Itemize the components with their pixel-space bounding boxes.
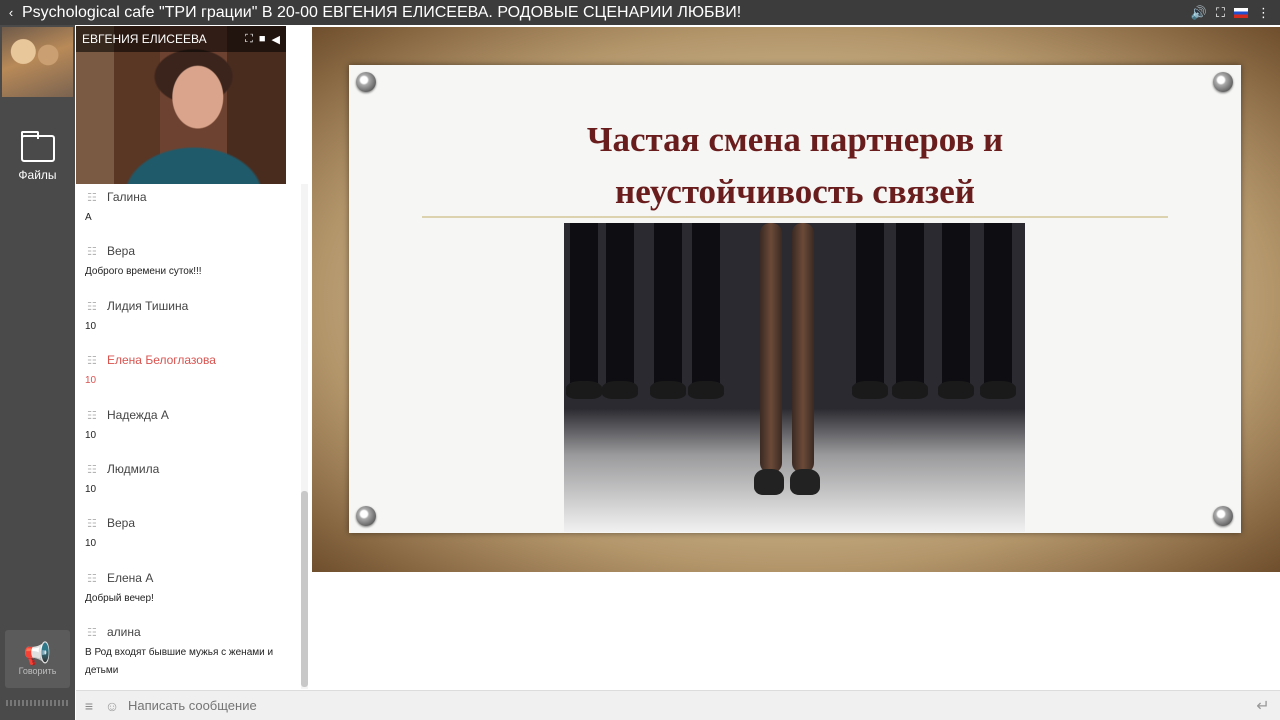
app-window: ‹ Psychological cafe "ТРИ грации" В 20-0… [0,0,1280,720]
chat-text: 10 [85,538,97,549]
shoe [938,381,974,399]
title-bar: ‹ Psychological cafe "ТРИ грации" В 20-0… [0,0,1280,25]
shoe [980,381,1016,399]
chat-bubble-icon: ☷ [87,355,97,367]
chat-text: 10 [85,321,97,332]
slide-title-line2: неустойчивость связей [615,172,975,211]
window-title: Psychological cafe "ТРИ грации" В 20-00 … [22,3,742,21]
presenter-video[interactable]: ЕВГЕНИЯ ЕЛИСЕЕВА ⛶ ■ ◀ [76,26,286,184]
chat-bubble-icon: ☷ [87,192,97,204]
chat-text: В Род входят бывшие мужья с женами и дет… [85,647,274,676]
chat-text: 10 [85,484,97,495]
folder-icon [20,131,55,162]
trouser-leg [654,223,682,383]
chat-bubble-icon: ☷ [87,518,97,530]
chat-bubble-icon: ☷ [87,246,97,258]
chat-bubble-icon: ☷ [87,573,97,585]
message-input-bar: ≡ ☺ ↵ [76,690,1280,720]
chat-author[interactable]: Надежда А [107,408,169,422]
trouser-leg [896,223,924,383]
slide-title: Частая смена партнеров и неустойчивость … [512,114,1078,218]
megaphone-icon: 📢 [23,641,52,666]
trouser-leg [984,223,1012,383]
chat-author[interactable]: Вера [107,516,135,530]
speak-label: Говорить [18,666,57,676]
speaker-icon[interactable]: ◀ [272,33,280,46]
trouser-leg [942,223,970,383]
resize-grip[interactable] [6,700,70,706]
expand-icon[interactable]: ⛶ [245,33,253,46]
trouser-leg [570,223,598,383]
scrollbar-thumb[interactable] [301,491,308,687]
menu-dots-icon[interactable]: ⋮ [1257,5,1270,21]
chat-text: 10 [85,430,97,441]
video-controls: ⛶ ■ ◀ [245,33,286,46]
trouser-leg [692,223,720,383]
woman-leg [792,223,814,473]
files-button[interactable]: Файлы [0,131,75,182]
volume-icon[interactable]: 🔊 [1191,5,1207,21]
chat-bubble-icon: ☷ [87,410,97,422]
slide-title-line1: Частая смена партнеров и [586,120,1004,159]
shoe [892,381,928,399]
video-name-bar: ЕВГЕНИЯ ЕЛИСЕЕВА ⛶ ■ ◀ [76,26,286,52]
chat-bubble-icon: ☷ [87,301,97,313]
fullscreen-icon[interactable]: ⛶ [1216,5,1225,21]
chat-text: А [85,212,92,223]
message-input[interactable] [122,698,1246,713]
menu-icon[interactable]: ≡ [76,698,102,714]
pin-icon [356,506,376,526]
title-bar-controls: 🔊 ⛶ ⋮ [1191,5,1280,21]
chat-panel: ☷ Галина А ☷ Вера Доброго времени суток!… [76,184,300,689]
chat-text: Доброго времени суток!!! [85,266,202,277]
shoe [566,381,602,399]
slide-divider [422,216,1168,218]
presenter-name: ЕВГЕНИЯ ЕЛИСЕЕВА [82,32,207,46]
files-label: Файлы [18,168,57,182]
shoe [688,381,724,399]
shoe [650,381,686,399]
send-icon[interactable]: ↵ [1246,696,1280,716]
slide-photo [564,223,1025,532]
chat-text: Добрый вечер! [85,593,154,604]
heel-shoe [790,469,820,495]
chat-scrollbar[interactable] [301,184,308,689]
trouser-leg [606,223,634,383]
chat-text: 10 [85,375,97,386]
heel-shoe [754,469,784,495]
pin-icon [356,72,376,92]
camera-icon[interactable]: ■ [259,33,266,46]
left-rail: Файлы 📢 Говорить [0,25,75,720]
chat-author[interactable]: Лидия Тишина [107,299,188,313]
woman-leg [760,223,782,473]
event-avatar[interactable] [2,27,73,97]
chat-author[interactable]: Людмила [107,462,159,476]
pin-icon [1213,506,1233,526]
chat-author[interactable]: алина [107,625,141,639]
chat-author[interactable]: Вера [107,244,135,258]
pin-icon [1213,72,1233,92]
chat-author[interactable]: Галина [107,190,147,204]
shoe [852,381,888,399]
flag-ru-icon[interactable] [1234,7,1248,18]
speak-button[interactable]: 📢 Говорить [5,630,70,688]
presentation-slide: Частая смена партнеров и неустойчивость … [312,27,1280,572]
chat-author[interactable]: Елена А [107,571,153,585]
shoe [602,381,638,399]
trouser-leg [856,223,884,383]
chat-author[interactable]: Елена Белоглазова [107,353,216,367]
emoji-icon[interactable]: ☺ [102,698,122,714]
chat-bubble-icon: ☷ [87,464,97,476]
chat-bubble-icon: ☷ [87,627,97,639]
share-icon[interactable]: ‹ [0,5,22,20]
